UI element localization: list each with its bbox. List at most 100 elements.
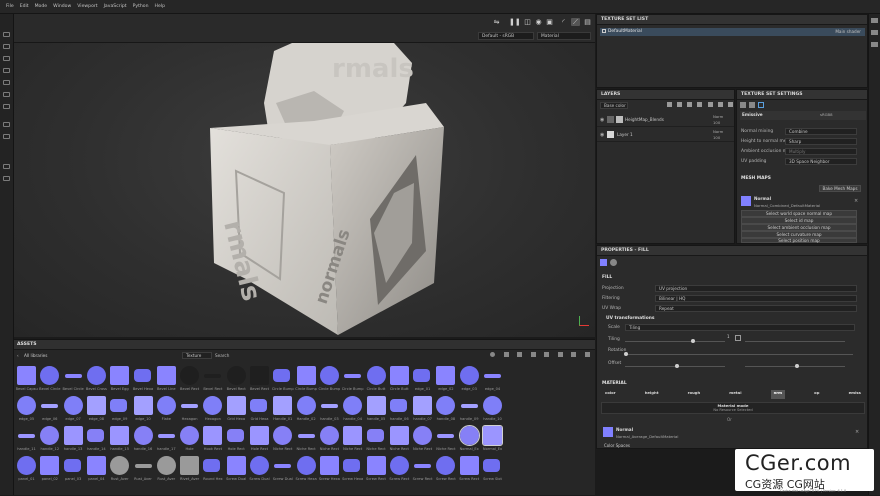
asset-tile[interactable] (40, 366, 60, 385)
asset-tile[interactable] (296, 396, 316, 415)
menu-javascript[interactable]: JavaScript (104, 4, 127, 9)
layer-blend[interactable]: Norm (713, 114, 723, 119)
list-icon[interactable] (517, 352, 523, 357)
asset-tile[interactable] (17, 456, 36, 475)
asset-tile[interactable] (63, 396, 83, 415)
asset-tile[interactable] (86, 366, 106, 385)
channels-tab-icon[interactable] (740, 102, 746, 108)
asset-tile[interactable] (110, 456, 130, 475)
menu-window[interactable]: Window (53, 4, 71, 9)
close-icon[interactable]: × (855, 429, 859, 435)
share-icon[interactable] (3, 176, 10, 181)
asset-tile[interactable] (320, 396, 339, 415)
properties-icon[interactable] (871, 42, 878, 47)
grid-icon[interactable] (503, 352, 509, 357)
asset-tile[interactable] (17, 366, 36, 385)
polygon-fill-icon[interactable] (3, 68, 10, 73)
asset-tile[interactable] (366, 366, 386, 385)
menu-viewport[interactable]: Viewport (77, 4, 97, 9)
3d-viewport[interactable]: ⇋ ❚❚ ◫ ◉ ▣ ◜ ⟋ ▤ Default - sRGB Material… (14, 14, 595, 337)
asset-tile[interactable] (226, 366, 246, 385)
asset-tile[interactable] (226, 396, 246, 415)
asset-tile[interactable] (483, 459, 500, 472)
channel-toggle-op[interactable]: op (814, 390, 819, 399)
material-mode-icon[interactable]: ▤ (583, 18, 592, 26)
bake-icon[interactable] (3, 122, 10, 127)
menu-help[interactable]: Help (155, 4, 165, 9)
uv-padding-select[interactable]: 3D Space Neighbor (785, 158, 857, 165)
asset-tile[interactable] (86, 456, 106, 475)
asset-tile[interactable] (250, 399, 267, 412)
pause-icon[interactable]: ❚❚ (509, 18, 521, 26)
screenshot-icon[interactable]: ◫ (523, 18, 532, 26)
asset-tile[interactable] (203, 459, 221, 472)
picker-icon[interactable] (3, 104, 10, 109)
channel-select[interactable]: Material (537, 32, 591, 40)
view-icon[interactable]: ▣ (545, 18, 554, 26)
asset-tile[interactable] (366, 429, 384, 442)
asset-filter-select[interactable]: Texture (182, 352, 212, 359)
import-icon[interactable] (571, 352, 577, 357)
asset-tile[interactable] (110, 366, 130, 385)
layer-opacity[interactable]: 100 (713, 135, 720, 140)
asset-tile[interactable] (343, 459, 361, 472)
menu-edit[interactable]: Edit (20, 4, 29, 9)
asset-tile[interactable] (413, 426, 433, 445)
channel-toggle-nrm[interactable]: nrm (770, 390, 786, 399)
fill-layer-icon[interactable] (677, 102, 683, 107)
asset-tile[interactable] (156, 456, 176, 475)
tiling-value[interactable]: 1 (727, 334, 730, 339)
asset-tile[interactable] (319, 426, 339, 445)
asset-tile[interactable] (389, 456, 409, 475)
asset-tile[interactable] (64, 366, 83, 385)
menu-mode[interactable]: Mode (35, 4, 48, 9)
paint-layer-icon[interactable] (667, 102, 672, 107)
texture-set-shader[interactable]: Main shader (835, 28, 861, 36)
asset-tile[interactable] (250, 366, 269, 385)
asset-search-input[interactable]: Search (215, 353, 229, 358)
layer-blend-select[interactable]: Base color (600, 102, 628, 109)
asset-tile[interactable] (133, 426, 153, 445)
lock-icon[interactable] (735, 335, 741, 341)
preview-icon[interactable] (490, 352, 495, 357)
bake-mesh-maps-button[interactable]: Bake Mesh Maps (819, 185, 861, 192)
asset-tile[interactable] (273, 369, 291, 382)
asset-tile[interactable] (459, 366, 479, 385)
select-id-map-button[interactable]: Select id map (741, 217, 857, 224)
asset-tile[interactable] (366, 456, 386, 475)
asset-tile[interactable] (156, 366, 176, 385)
asset-tile[interactable] (110, 426, 130, 445)
asset-tile[interactable] (319, 456, 339, 475)
asset-tile[interactable] (180, 456, 200, 475)
channel-toggle-rough[interactable]: rough (688, 390, 701, 399)
layer-row[interactable]: ◉ HeightMap_Blends Norm 100 (597, 113, 734, 127)
channel-toggle-emiss[interactable]: emiss (849, 390, 861, 399)
folder-icon[interactable] (707, 102, 713, 107)
clone-icon[interactable] (3, 92, 10, 97)
paint-mode-icon[interactable]: ⟋ (571, 18, 580, 26)
mask-icon[interactable] (687, 102, 693, 107)
select-curvature-map-button[interactable]: Select curvature map (741, 231, 857, 238)
export-icon[interactable] (3, 164, 10, 169)
smudge-icon[interactable] (3, 80, 10, 85)
asset-tile[interactable] (17, 426, 36, 445)
asset-tile[interactable] (319, 366, 339, 385)
asset-tile[interactable] (40, 426, 60, 445)
eye-icon[interactable]: ◉ (600, 117, 604, 123)
environment-select[interactable]: Default - sRGB (478, 32, 534, 40)
asset-tile[interactable] (180, 396, 199, 415)
asset-tile[interactable] (482, 425, 503, 446)
material-tab-icon[interactable] (749, 102, 755, 108)
asset-tile[interactable] (180, 366, 200, 385)
asset-tile[interactable] (273, 396, 293, 415)
normal-map-file[interactable]: Normal_Combined_DefaultMaterial (754, 203, 820, 208)
back-arrow-icon[interactable]: ‹ (17, 353, 19, 358)
layer-blend[interactable]: Norm (713, 129, 723, 134)
sort-icon[interactable] (544, 352, 550, 357)
projection-icon[interactable] (3, 56, 10, 61)
asset-tile[interactable] (180, 426, 200, 445)
asset-tile[interactable] (436, 456, 456, 475)
close-icon[interactable]: × (854, 198, 858, 204)
asset-tile[interactable] (250, 456, 269, 475)
eye-icon[interactable]: ◉ (600, 132, 604, 138)
